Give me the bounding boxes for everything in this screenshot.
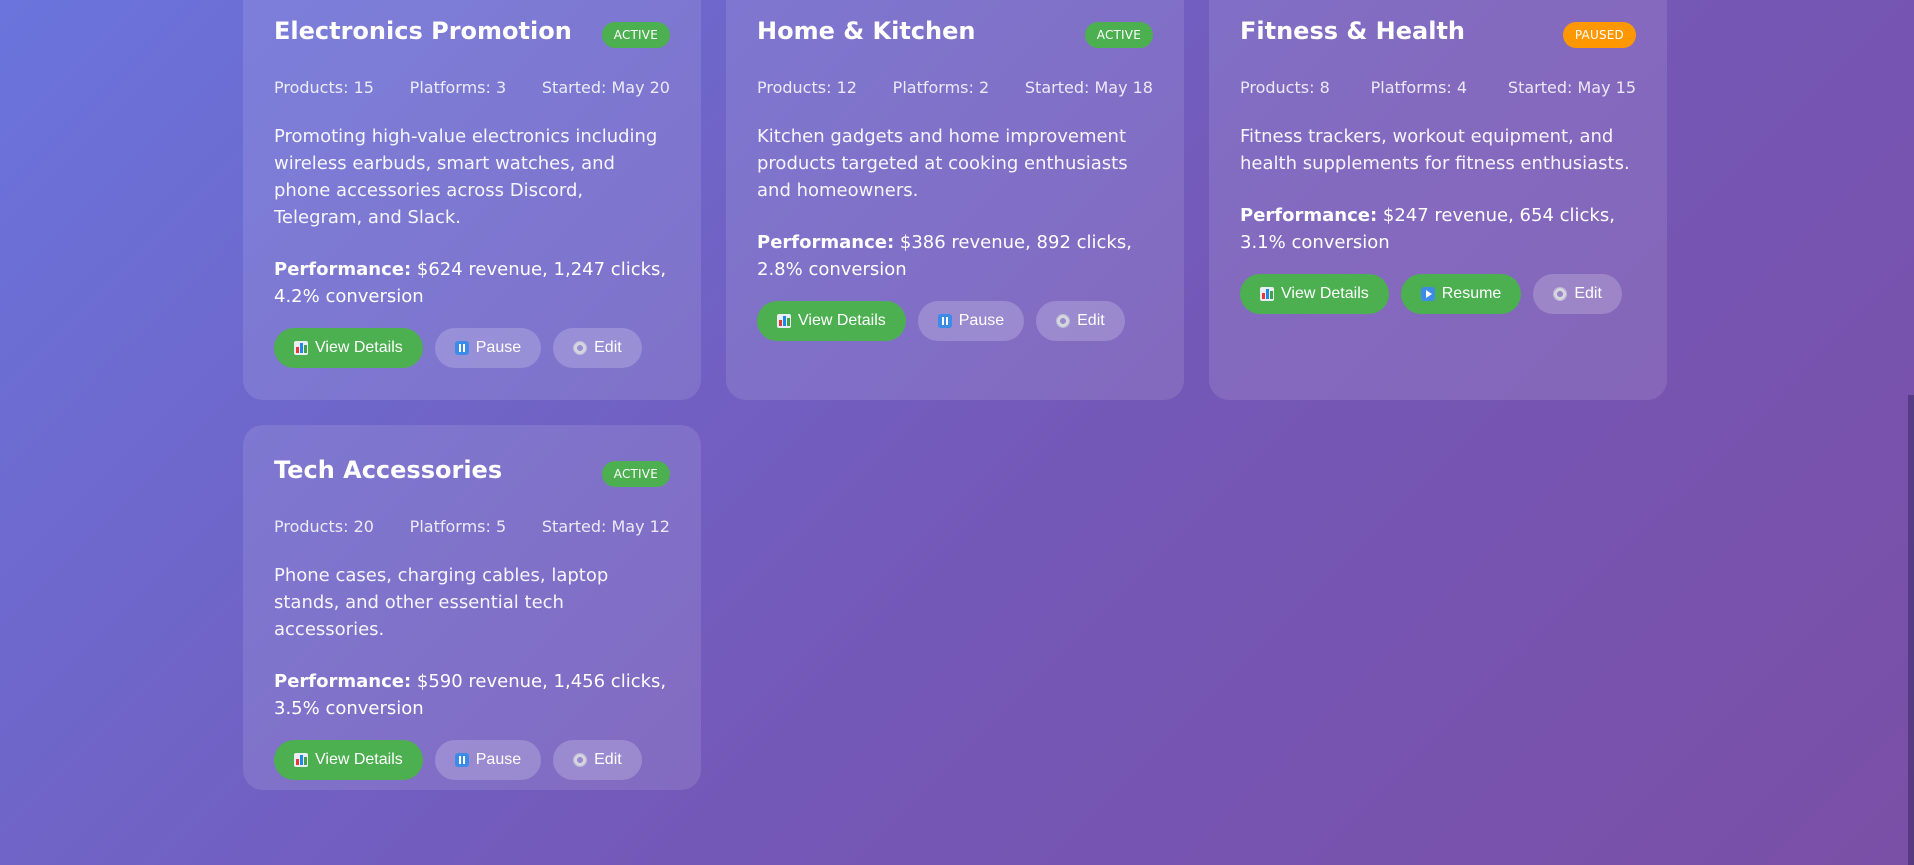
performance-summary: Performance: $247 revenue, 654 clicks, 3… [1240, 202, 1636, 256]
status-badge: ACTIVE [601, 461, 670, 487]
performance-summary: Performance: $386 revenue, 892 clicks, 2… [757, 229, 1153, 283]
gear-icon [1553, 287, 1568, 301]
platforms-count: Platforms: 5 [409, 517, 507, 536]
pause-icon [454, 753, 469, 767]
campaign-meta: Products: 8 Platforms: 4 Started: May 15 [1240, 78, 1636, 98]
performance-label: Performance: [1240, 205, 1378, 226]
performance-label: Performance: [274, 671, 412, 692]
start-date: Started: May 20 [541, 78, 670, 97]
button-label: Edit [594, 339, 622, 356]
pause-button[interactable]: Pause [917, 301, 1025, 341]
start-date: Started: May 15 [1507, 78, 1636, 97]
status-badge: ACTIVE [601, 22, 670, 48]
button-label: Pause [958, 312, 1005, 329]
platforms-count: Platforms: 3 [409, 78, 507, 97]
campaign-meta: Products: 20 Platforms: 5 Started: May 1… [274, 517, 670, 537]
campaign-description: Promoting high-value electronics includi… [274, 126, 658, 228]
card-actions: View Details Pause Edit [274, 740, 670, 780]
products-count: Products: 8 [1240, 78, 1330, 97]
bar-chart-icon [294, 341, 308, 355]
view-details-button[interactable]: View Details [274, 740, 423, 780]
view-details-button[interactable]: View Details [274, 328, 423, 368]
card-header: Tech Accessories ACTIVE [274, 455, 670, 487]
button-label: Resume [1441, 285, 1502, 302]
campaign-meta: Products: 12 Platforms: 2 Started: May 1… [757, 78, 1153, 98]
button-label: View Details [1281, 285, 1369, 302]
pause-button[interactable]: Pause [434, 328, 542, 368]
button-label: Edit [1574, 285, 1602, 302]
campaign-title: Tech Accessories [274, 456, 503, 484]
campaign-grid: Electronics Promotion ACTIVE Products: 1… [243, 0, 1667, 790]
campaign-card: Tech Accessories ACTIVE Products: 20 Pla… [243, 425, 701, 790]
edit-button[interactable]: Edit [553, 328, 642, 368]
bar-chart-icon [294, 753, 308, 767]
view-details-button[interactable]: View Details [1240, 274, 1389, 314]
campaign-description: Phone cases, charging cables, laptop sta… [274, 565, 609, 640]
button-label: Edit [1077, 312, 1105, 329]
gear-icon [573, 753, 588, 767]
edit-button[interactable]: Edit [1533, 274, 1622, 314]
gear-icon [573, 341, 588, 355]
bar-chart-icon [777, 314, 791, 328]
platforms-count: Platforms: 4 [1370, 78, 1468, 97]
products-count: Products: 12 [757, 78, 857, 97]
products-count: Products: 15 [274, 78, 374, 97]
campaign-meta: Products: 15 Platforms: 3 Started: May 2… [274, 78, 670, 98]
gear-icon [1056, 314, 1071, 328]
performance-summary: Performance: $590 revenue, 1,456 clicks,… [274, 668, 670, 722]
button-label: View Details [315, 751, 403, 768]
card-header: Fitness & Health PAUSED [1240, 16, 1636, 48]
campaign-title: Electronics Promotion [274, 17, 572, 45]
start-date: Started: May 18 [1024, 78, 1153, 97]
card-actions: View Details Pause Edit [274, 328, 670, 368]
status-badge: PAUSED [1562, 22, 1636, 48]
card-actions: View Details Pause Edit [757, 301, 1153, 341]
button-label: Pause [475, 751, 522, 768]
button-label: Pause [475, 339, 522, 356]
resume-button[interactable]: Resume [1400, 274, 1522, 314]
play-icon [1420, 287, 1435, 301]
performance-label: Performance: [757, 232, 895, 253]
edit-button[interactable]: Edit [1036, 301, 1125, 341]
pause-icon [937, 314, 952, 328]
scrollbar-thumb[interactable] [1908, 395, 1914, 865]
campaign-title: Fitness & Health [1240, 17, 1466, 45]
view-details-button[interactable]: View Details [757, 301, 906, 341]
pause-icon [454, 341, 469, 355]
pause-button[interactable]: Pause [434, 740, 542, 780]
campaign-description: Fitness trackers, workout equipment, and… [1240, 126, 1630, 174]
products-count: Products: 20 [274, 517, 374, 536]
status-badge: ACTIVE [1084, 22, 1153, 48]
button-label: View Details [798, 312, 886, 329]
campaign-card: Fitness & Health PAUSED Products: 8 Plat… [1209, 0, 1667, 400]
button-label: Edit [594, 751, 622, 768]
edit-button[interactable]: Edit [553, 740, 642, 780]
card-header: Electronics Promotion ACTIVE [274, 16, 670, 48]
card-actions: View Details Resume Edit [1240, 274, 1636, 314]
button-label: View Details [315, 339, 403, 356]
campaign-card: Electronics Promotion ACTIVE Products: 1… [243, 0, 701, 400]
performance-label: Performance: [274, 259, 412, 280]
bar-chart-icon [1260, 287, 1274, 301]
card-header: Home & Kitchen ACTIVE [757, 16, 1153, 48]
start-date: Started: May 12 [541, 517, 670, 536]
campaign-card: Home & Kitchen ACTIVE Products: 12 Platf… [726, 0, 1184, 400]
campaign-title: Home & Kitchen [757, 17, 976, 45]
platforms-count: Platforms: 2 [892, 78, 990, 97]
campaign-description: Kitchen gadgets and home improvement pro… [757, 126, 1128, 201]
performance-summary: Performance: $624 revenue, 1,247 clicks,… [274, 256, 670, 310]
